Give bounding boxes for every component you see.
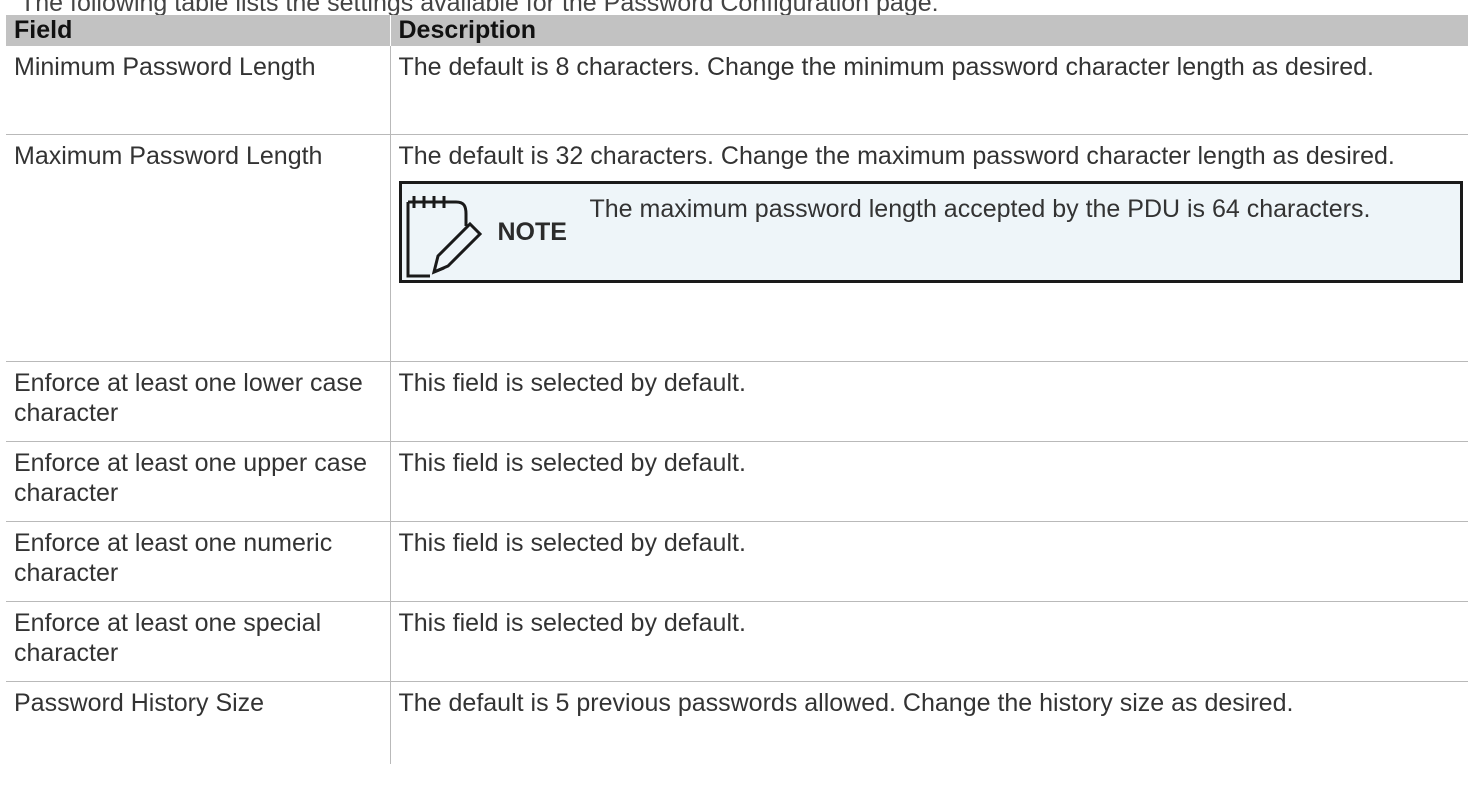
description-cell: The default is 8 characters. Change the … xyxy=(390,46,1468,135)
column-header-field: Field xyxy=(6,15,391,46)
table-row: Maximum Password Length The default is 3… xyxy=(6,134,1468,362)
note-box: NOTE The maximum password length accepte… xyxy=(398,181,1463,283)
description-cell: This field is selected by default. xyxy=(390,521,1468,602)
notepad-pencil-icon xyxy=(406,196,482,278)
field-cell: Enforce at least one numeric character xyxy=(6,521,391,602)
description-text: The default is 32 characters. Change the… xyxy=(398,142,1395,170)
table-row: Password History Size The default is 5 p… xyxy=(6,681,1468,764)
field-cell: Enforce at least one upper case characte… xyxy=(6,441,391,522)
table-header-row: Field Description xyxy=(6,15,1469,46)
table-row: Enforce at least one numeric character T… xyxy=(6,521,1468,602)
field-cell: Enforce at least one special character xyxy=(6,601,391,682)
description-cell: The default is 5 previous passwords allo… xyxy=(398,689,1294,717)
description-cell: The default is 32 characters. Change the… xyxy=(390,134,1468,362)
table-row: Enforce at least one upper case characte… xyxy=(6,441,1468,522)
description-cell: This field is selected by default. xyxy=(390,601,1468,682)
description-cell: This field is selected by default. xyxy=(390,441,1468,522)
field-cell: Minimum Password Length xyxy=(6,46,391,135)
table-row: Enforce at least one lower case characte… xyxy=(6,361,1468,442)
table-row: Minimum Password Length The default is 8… xyxy=(6,46,1468,135)
table-row: Enforce at least one special character T… xyxy=(6,601,1468,682)
column-header-description: Description xyxy=(390,15,1469,46)
note-text: The maximum password length accepted by … xyxy=(589,195,1371,223)
field-cell: Password History Size xyxy=(6,681,391,764)
field-cell: Enforce at least one lower case characte… xyxy=(6,361,391,442)
description-cell: This field is selected by default. xyxy=(390,361,1468,442)
field-cell: Maximum Password Length xyxy=(6,134,391,362)
password-settings-table: Field Description Minimum Password Lengt… xyxy=(6,15,1469,764)
note-label: NOTE xyxy=(497,218,567,246)
